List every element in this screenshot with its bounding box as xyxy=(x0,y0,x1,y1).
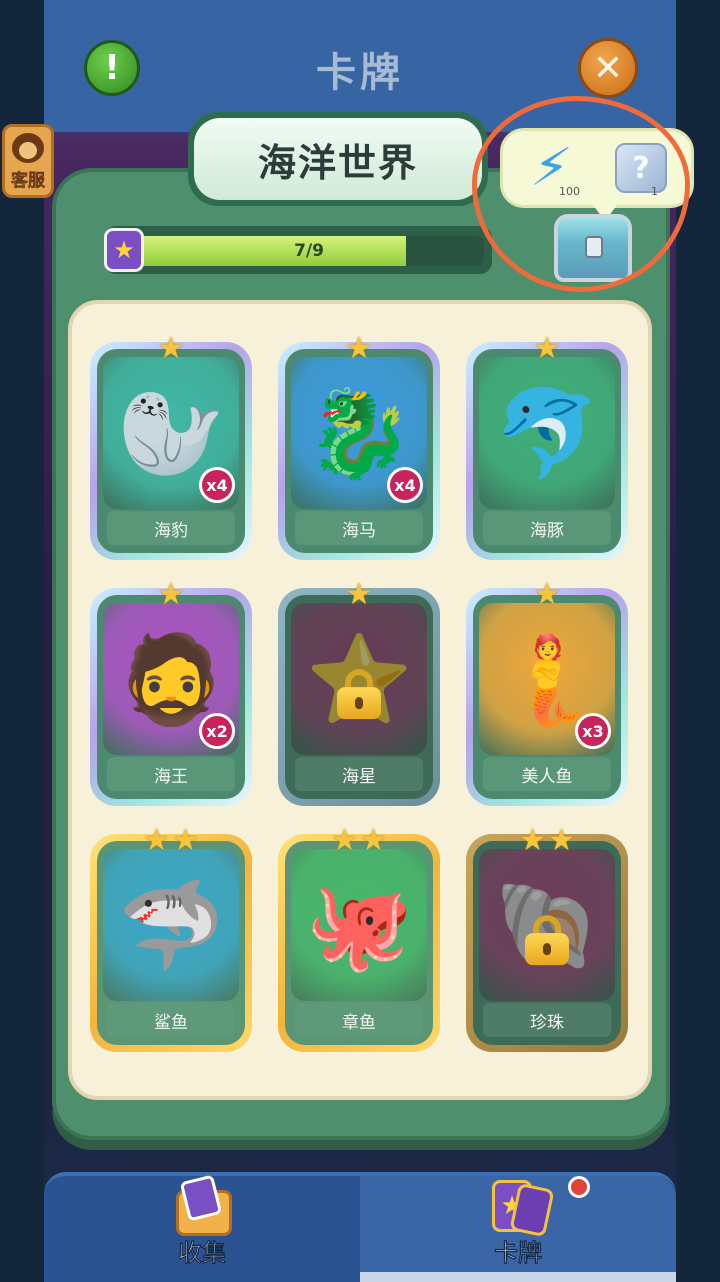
card-stars: ★ ★ xyxy=(466,826,628,856)
star-icon: ★ xyxy=(104,228,144,272)
page-title: 卡牌 xyxy=(316,50,404,96)
card-frame: 🐙 章鱼 xyxy=(285,841,433,1045)
progress-text: 7/9 xyxy=(294,241,324,261)
active-tab-indicator xyxy=(360,1272,676,1282)
info-button[interactable]: ! xyxy=(84,40,140,96)
card-3[interactable]: ★ 🧔 海王 x2 xyxy=(90,580,252,806)
star-icon: ★ xyxy=(533,331,561,366)
card-stars: ★ xyxy=(278,580,440,610)
card-art: 🦈 xyxy=(103,849,239,1001)
card-frame: 🧔 海王 x2 xyxy=(97,595,245,799)
card-2[interactable]: ★ 🐬 海豚 xyxy=(466,334,628,560)
card-stars: ★ ★ xyxy=(90,826,252,856)
card-stars: ★ xyxy=(90,334,252,364)
card-7[interactable]: ★ ★ 🐙 章鱼 xyxy=(278,826,440,1052)
creature-icon: 🦈 xyxy=(117,875,225,976)
card-1[interactable]: ★ 🐉 海马 x4 xyxy=(278,334,440,560)
card-stars: ★ xyxy=(90,580,252,610)
card-count-badge: x3 xyxy=(575,713,611,749)
lock-icon xyxy=(525,915,569,966)
tab-cards[interactable]: ★ 卡牌 xyxy=(360,1176,676,1282)
star-icon: ★ xyxy=(157,577,185,612)
card-frame: ⭐ 海星 xyxy=(285,595,433,799)
bottom-tab-bar: 收集 ★ 卡牌 xyxy=(44,1172,676,1282)
card-frame: 🧜 美人鱼 x3 xyxy=(473,595,621,799)
card-name: 海豚 xyxy=(483,511,611,545)
card-count-badge: x2 xyxy=(199,713,235,749)
card-name: 珍珠 xyxy=(483,1003,611,1037)
star-icon: ★ xyxy=(345,331,373,366)
card-name: 鲨鱼 xyxy=(107,1003,235,1037)
card-name: 海豹 xyxy=(107,511,235,545)
tab-cards-label: 卡牌 xyxy=(494,1239,543,1268)
star-icon: ★ xyxy=(548,823,575,858)
card-name: 海王 xyxy=(107,757,235,791)
album-title: 海洋世界 xyxy=(194,118,482,200)
card-5[interactable]: ★ 🧜 美人鱼 x3 xyxy=(466,580,628,806)
avatar-icon xyxy=(12,133,44,163)
star-icon: ★ xyxy=(157,331,185,366)
customer-service-label: 客服 xyxy=(11,171,46,192)
card-grid: ★ 🦭 海豹 x4 ★ 🐉 海马 x4 ★ 🐬 海豚 ★ 🧔 海王 x2 ★ ⭐ 海星 ★ 🧜 美人鱼 x3 ★ ★ 🦈 鲨鱼 ★ ★… xyxy=(68,300,652,1100)
card-count-badge: x4 xyxy=(199,467,235,503)
star-icon: ★ xyxy=(331,823,358,858)
star-icon: ★ xyxy=(519,823,546,858)
card-name: 海马 xyxy=(295,511,423,545)
card-frame: 🦭 海豹 x4 xyxy=(97,349,245,553)
creature-icon: 🐬 xyxy=(493,383,601,484)
card-frame: 🐬 海豚 xyxy=(473,349,621,553)
star-icon: ★ xyxy=(143,823,170,858)
star-icon: ★ xyxy=(533,577,561,612)
customer-service-button[interactable]: 客服 xyxy=(2,124,54,198)
exclamation-icon: ! xyxy=(104,48,120,88)
card-0[interactable]: ★ 🦭 海豹 x4 xyxy=(90,334,252,560)
collection-progress: 7/9 ★ xyxy=(104,226,492,274)
card-4[interactable]: ★ ⭐ 海星 xyxy=(278,580,440,806)
creature-icon: 🐙 xyxy=(305,875,413,976)
cards-icon: ★ xyxy=(478,1176,558,1238)
card-art: 🐬 xyxy=(479,357,615,509)
card-frame: 🐚 珍珠 xyxy=(473,841,621,1045)
card-stars: ★ xyxy=(278,334,440,364)
lock-icon xyxy=(337,669,381,720)
notification-dot xyxy=(568,1176,590,1198)
star-icon: ★ xyxy=(360,823,387,858)
card-name: 章鱼 xyxy=(295,1003,423,1037)
card-stars: ★ xyxy=(466,580,628,610)
tab-collect[interactable]: 收集 xyxy=(44,1174,360,1282)
close-button[interactable]: ✕ xyxy=(578,38,638,98)
card-stars: ★ xyxy=(466,334,628,364)
card-6[interactable]: ★ ★ 🦈 鲨鱼 xyxy=(90,826,252,1052)
collect-box-icon xyxy=(162,1174,242,1236)
card-frame: 🐉 海马 x4 xyxy=(285,349,433,553)
card-name: 海星 xyxy=(295,757,423,791)
card-8[interactable]: ★ ★ 🐚 珍珠 xyxy=(466,826,628,1052)
card-frame: 🦈 鲨鱼 xyxy=(97,841,245,1045)
tab-collect-label: 收集 xyxy=(178,1239,227,1268)
close-icon: ✕ xyxy=(592,47,624,89)
card-count-badge: x4 xyxy=(387,467,423,503)
card-name: 美人鱼 xyxy=(483,757,611,791)
star-icon: ★ xyxy=(345,577,373,612)
progress-track: 7/9 xyxy=(134,236,484,266)
star-icon: ★ xyxy=(172,823,199,858)
album-title-tab: 海洋世界 xyxy=(188,112,488,206)
card-stars: ★ ★ xyxy=(278,826,440,856)
card-art: 🐙 xyxy=(291,849,427,1001)
